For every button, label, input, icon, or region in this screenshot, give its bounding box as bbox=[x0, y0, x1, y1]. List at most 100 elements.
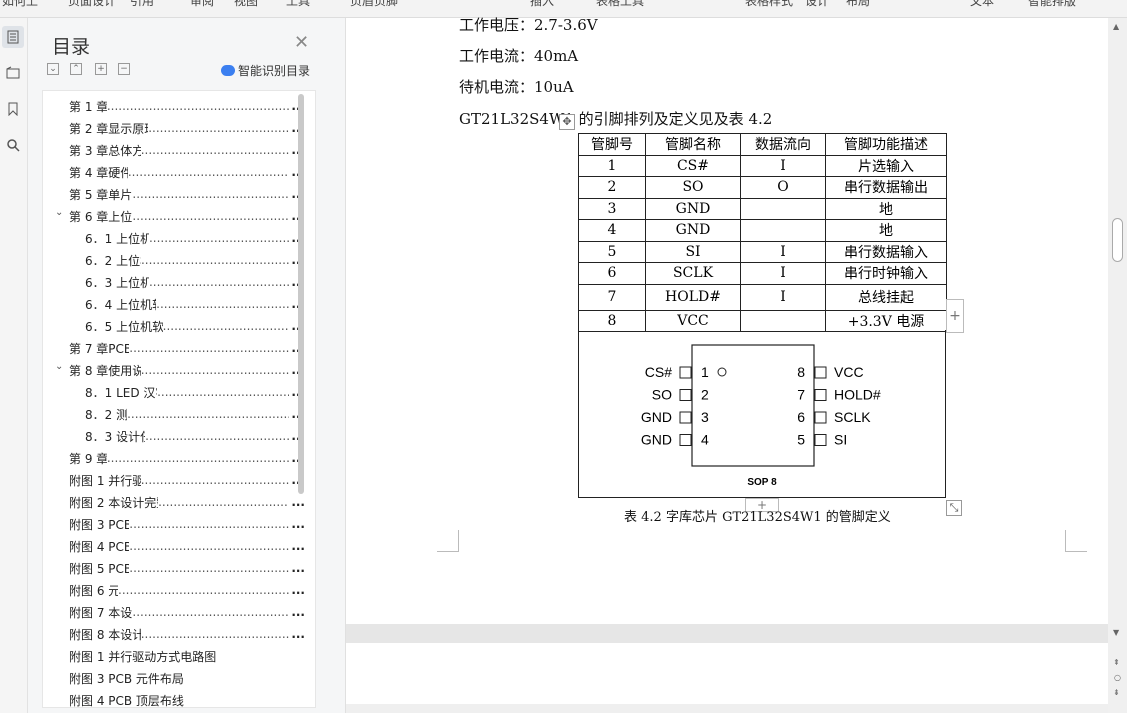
expand-all-icon[interactable]: ⌃ bbox=[70, 63, 82, 75]
menu-item[interactable]: 审阅 bbox=[190, 0, 214, 9]
menu-item[interactable]: 表格样式 bbox=[745, 0, 793, 9]
table-cell[interactable]: I bbox=[740, 262, 826, 285]
menu-item[interactable]: 页眉页脚 bbox=[350, 0, 398, 9]
table-cell[interactable]: VCC bbox=[645, 309, 741, 332]
toc-item[interactable]: 第 2 章显示原理及控制方式分析........................… bbox=[43, 117, 305, 139]
menu-item[interactable]: 插入 bbox=[530, 0, 554, 9]
pin-pad bbox=[679, 411, 692, 424]
table-cell[interactable]: 4 bbox=[578, 219, 646, 242]
toc-item[interactable]: ⌄ 第 8 章使用说明与测试结果.........................… bbox=[43, 359, 305, 381]
vertical-scrollbar[interactable]: ▲ ▼ ⇞ ○ ⇟ bbox=[1108, 18, 1127, 713]
scroll-down-icon[interactable]: ▼ bbox=[1113, 628, 1119, 637]
scroll-up-icon[interactable]: ▲ bbox=[1113, 22, 1119, 31]
add-column-icon[interactable]: + bbox=[946, 299, 964, 333]
remove-level-icon[interactable]: − bbox=[118, 63, 130, 75]
table-cell[interactable]: I bbox=[740, 283, 826, 311]
next-page-icon[interactable]: ⇟ bbox=[1113, 688, 1120, 697]
menu-item[interactable]: 布局 bbox=[846, 0, 870, 9]
table-cell[interactable]: SCLK bbox=[645, 262, 741, 285]
table-cell[interactable]: 6 bbox=[578, 262, 646, 285]
structure-icon[interactable] bbox=[2, 62, 24, 84]
menu-item[interactable]: 页面设计 bbox=[68, 0, 116, 9]
chevron-down-icon[interactable]: ⌄ bbox=[55, 361, 63, 372]
table-cell[interactable]: I bbox=[740, 154, 826, 177]
toc-item[interactable]: 附图 3 PCB 元件布局...........................… bbox=[43, 513, 305, 535]
menu-item[interactable]: 引用 bbox=[130, 0, 154, 9]
toc-item[interactable]: ⌄ 第 6 章上位机软件设计...........................… bbox=[43, 205, 305, 227]
table-cell[interactable]: 串行数据输出 bbox=[825, 176, 947, 199]
toc-item[interactable]: 附图 8 本设计显示效果照片..........................… bbox=[43, 623, 305, 645]
toc-item[interactable]: 附图 1 并行驱动方式电路图 bbox=[43, 645, 305, 667]
table-cell[interactable]: 串行时钟输入 bbox=[825, 262, 947, 285]
table-resize-icon[interactable]: ⤡ bbox=[946, 500, 962, 516]
toc-item[interactable]: 第 4 章硬件电路设计.............................… bbox=[43, 161, 305, 183]
menu-item[interactable]: 文本 bbox=[970, 0, 994, 9]
table-cell[interactable]: 串行数据输入 bbox=[825, 240, 947, 263]
toc-item[interactable]: 6．1 上位机软件开发环境...........................… bbox=[43, 227, 305, 249]
prev-page-icon[interactable]: ⇞ bbox=[1113, 658, 1120, 667]
table-cell[interactable]: SO bbox=[645, 176, 741, 199]
chevron-down-icon[interactable]: ⌄ bbox=[55, 207, 63, 218]
collapse-all-icon[interactable]: ⌄ bbox=[47, 63, 59, 75]
table-cell[interactable]: 总线挂起 bbox=[825, 283, 947, 311]
bookmark-icon[interactable] bbox=[2, 98, 24, 120]
table-cell[interactable]: 5 bbox=[578, 240, 646, 263]
toc-leader: ........................................… bbox=[106, 451, 289, 465]
toc-item[interactable]: 6．4 上位机软件关键算法实现.........................… bbox=[43, 293, 305, 315]
toc-item[interactable]: 第 9 章总结.................................… bbox=[43, 447, 305, 469]
search-icon[interactable] bbox=[2, 134, 24, 156]
menu-item[interactable]: 设计 bbox=[805, 0, 829, 9]
toc-item[interactable]: 附图 6 元件清单...............................… bbox=[43, 579, 305, 601]
select-browse-icon[interactable]: ○ bbox=[1114, 673, 1121, 682]
table-cell[interactable]: 2 bbox=[578, 176, 646, 199]
toc-item[interactable]: 8．1 LED 汉字显示屏使用说明.......................… bbox=[43, 381, 305, 403]
toc-item[interactable]: 第 3 章总体方案设计与分析..........................… bbox=[43, 139, 305, 161]
table-cell[interactable] bbox=[740, 309, 826, 332]
add-level-icon[interactable]: + bbox=[95, 63, 107, 75]
toc-item[interactable]: 第 5 章单片机软件设计............................… bbox=[43, 183, 305, 205]
table-cell[interactable]: 7 bbox=[578, 283, 646, 311]
table-cell[interactable]: +3.3V 电源 bbox=[825, 309, 947, 332]
smart-toc-button[interactable]: 智能识别目录 bbox=[221, 62, 310, 79]
table-move-icon[interactable]: ✥ bbox=[559, 114, 575, 130]
toc-item[interactable]: 附图 7 本设计作品照片............................… bbox=[43, 601, 305, 623]
toc-item[interactable]: 附图 3 PCB 元件布局 bbox=[43, 667, 305, 689]
menu-item[interactable]: 工具 bbox=[286, 0, 310, 9]
menu-item[interactable]: 视图 bbox=[234, 0, 258, 9]
toc-item[interactable]: 附图 4 PCB 顶层布线 bbox=[43, 689, 305, 708]
table-cell[interactable]: GND bbox=[645, 219, 741, 242]
toc-scrollbar[interactable] bbox=[298, 94, 304, 494]
table-cell[interactable]: O bbox=[740, 176, 826, 199]
scroll-thumb[interactable] bbox=[1112, 218, 1123, 262]
toc-panel-icon[interactable] bbox=[2, 26, 24, 48]
toc-item[interactable]: 第 7 章PCB 结构设计...........................… bbox=[43, 337, 305, 359]
close-icon[interactable]: ✕ bbox=[294, 32, 309, 53]
table-cell[interactable]: 片选输入 bbox=[825, 154, 947, 177]
toc-item[interactable]: 附图 5 PCB 底层布线...........................… bbox=[43, 557, 305, 579]
toc-item[interactable]: 8．3 设计任务完成情况............................… bbox=[43, 425, 305, 447]
table-cell[interactable] bbox=[740, 197, 826, 220]
table-cell[interactable]: GND bbox=[645, 197, 741, 220]
toc-item[interactable]: 6．3 上位机软件界面设计...........................… bbox=[43, 271, 305, 293]
table-cell[interactable]: 1 bbox=[578, 154, 646, 177]
toc-item[interactable]: 附图 2 本设计完整电路图（串行传输方.....................… bbox=[43, 491, 305, 513]
menu-item[interactable]: 表格工具 bbox=[596, 0, 644, 9]
toc-item[interactable]: 附图 1 并行驱动方式电路图..........................… bbox=[43, 469, 305, 491]
table-cell[interactable]: HOLD# bbox=[645, 283, 741, 311]
toc-item[interactable]: 6．5 上位机软件使用方法及运行环.......................… bbox=[43, 315, 305, 337]
toc-item[interactable]: 第 1 章前言.................................… bbox=[43, 95, 305, 117]
table-cell[interactable]: SI bbox=[645, 240, 741, 263]
table-cell[interactable] bbox=[740, 219, 826, 242]
table-cell[interactable]: 8 bbox=[578, 309, 646, 332]
table-cell[interactable]: 地 bbox=[825, 219, 947, 242]
toc-item[interactable]: 附图 4 PCB 顶层布线...........................… bbox=[43, 535, 305, 557]
toc-item[interactable]: 6．2 上位机软件流程.............................… bbox=[43, 249, 305, 271]
table-cell[interactable]: I bbox=[740, 240, 826, 263]
table-cell[interactable]: 地 bbox=[825, 197, 947, 220]
table-cell[interactable]: 3 bbox=[578, 197, 646, 220]
table-cell[interactable]: CS# bbox=[645, 154, 741, 177]
menu-item[interactable]: 如何上 bbox=[2, 0, 38, 9]
menu-item[interactable]: 智能排版 bbox=[1028, 0, 1076, 9]
toc-item[interactable]: 8．2 测试结果................................… bbox=[43, 403, 305, 425]
horizontal-scrollbar[interactable] bbox=[346, 704, 1108, 713]
